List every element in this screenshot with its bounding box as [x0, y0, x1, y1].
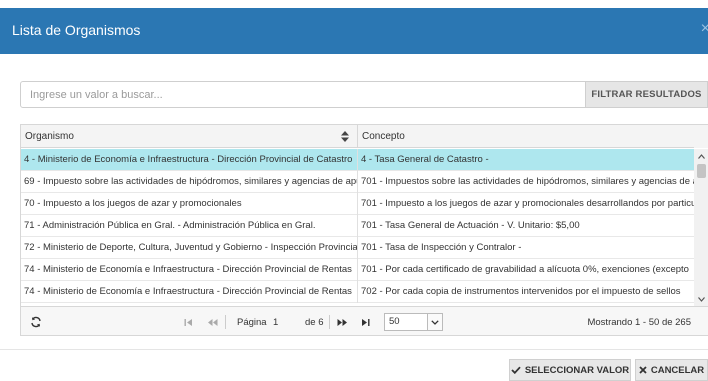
cell-organismo: 72 - Ministerio de Deporte, Cultura, Juv…: [21, 237, 358, 259]
table-row[interactable]: 74 - Ministerio de Economía e Infraestru…: [21, 281, 694, 303]
table-row[interactable]: 4 - Ministerio de Economía e Infraestruc…: [21, 149, 694, 171]
cell-organismo: 70 - Impuesto a los juegos de azar y pro…: [21, 193, 358, 215]
pager-divider: [225, 315, 226, 329]
cell-organismo: 74 - Ministerio de Economía e Infraestru…: [21, 259, 358, 281]
cancel-button[interactable]: CANCELAR: [635, 359, 708, 381]
cell-concepto: 4 - Tasa General de Catastro -: [361, 154, 489, 165]
cell-organismo: 74 - Ministerio de Economía e Infraestru…: [21, 281, 358, 303]
scrollbar-thumb[interactable]: [697, 164, 706, 178]
page-number-input[interactable]: [273, 315, 307, 329]
x-icon: [639, 366, 647, 374]
sort-icon[interactable]: [340, 130, 350, 143]
table-row[interactable]: 74 - Ministerio de Economía e Infraestru…: [21, 259, 694, 281]
pager-divider: [329, 315, 330, 329]
chevron-down-icon[interactable]: [427, 314, 442, 330]
last-page-icon[interactable]: [361, 307, 370, 335]
page-count-label: de 6: [305, 316, 324, 328]
cancel-label: CANCELAR: [650, 364, 705, 376]
cell-concepto: 701 - Impuestos sobre las actividades de…: [361, 176, 694, 187]
cell-concepto: 701 - Tasa General de Actuación - V. Uni…: [361, 220, 580, 231]
refresh-icon[interactable]: [30, 307, 42, 335]
modal-title: Lista de Organismos: [12, 22, 141, 38]
table-row[interactable]: 70 - Impuesto a los juegos de azar y pro…: [21, 193, 694, 215]
column-header-concepto[interactable]: Concepto: [358, 125, 708, 148]
grid-body: 4 - Ministerio de Economía e Infraestruc…: [21, 149, 708, 306]
cell-concepto: 701 - Tasa de Inspección y Contralor -: [361, 242, 522, 253]
cell-concepto: 701 - Por cada certificado de gravabilid…: [361, 264, 689, 275]
page-label: Página: [237, 316, 267, 328]
search-bar: FILTRAR RESULTADOS: [20, 81, 708, 108]
organismos-grid: Organismo Concepto 4 - Ministerio de Eco…: [20, 124, 708, 336]
search-input[interactable]: [20, 81, 586, 108]
table-row[interactable]: 72 - Ministerio de Deporte, Cultura, Juv…: [21, 237, 694, 259]
modal-header: Lista de Organismos ×: [0, 8, 708, 54]
cell-concepto: 702 - Por cada copia de instrumentos int…: [361, 286, 681, 297]
table-row[interactable]: 71 - Administración Pública en Gral. - A…: [21, 215, 694, 237]
column-header-label: Concepto: [362, 131, 405, 142]
cell-concepto: 701 - Impuesto a los juegos de azar y pr…: [361, 198, 694, 209]
prev-page-icon[interactable]: [207, 307, 218, 335]
footer-divider: [0, 349, 708, 350]
scrollbar-header-spacer: [694, 125, 708, 148]
filter-results-button[interactable]: FILTRAR RESULTADOS: [586, 81, 708, 108]
column-header-label: Organismo: [25, 131, 74, 142]
vertical-scrollbar[interactable]: [694, 149, 708, 306]
cell-organismo: 69 - Impuesto sobre las actividades de h…: [21, 171, 358, 193]
close-icon[interactable]: ×: [701, 20, 708, 38]
top-strip: [0, 0, 708, 8]
page-size-value: 50: [389, 316, 400, 327]
scroll-up-icon[interactable]: [694, 149, 708, 163]
cell-organismo: 4 - Ministerio de Economía e Infraestruc…: [21, 149, 358, 171]
records-summary: Mostrando 1 - 50 de 265: [587, 316, 691, 328]
check-icon: [511, 366, 521, 374]
cell-organismo: 71 - Administración Pública en Gral. - A…: [21, 215, 358, 237]
grid-header: Organismo Concepto: [21, 125, 708, 148]
select-value-label: SELECCIONAR VALOR: [524, 364, 630, 376]
scroll-down-icon[interactable]: [694, 292, 708, 306]
page-size-select[interactable]: 50: [384, 313, 443, 331]
table-row[interactable]: 69 - Impuesto sobre las actividades de h…: [21, 171, 694, 193]
grid-pager: Página de 6 50 Mostrando 1 - 50 de 265: [21, 306, 708, 335]
select-value-button[interactable]: SELECCIONAR VALOR: [509, 359, 631, 381]
column-header-organismo[interactable]: Organismo: [21, 125, 358, 148]
first-page-icon[interactable]: [184, 307, 193, 335]
next-page-icon[interactable]: [337, 307, 348, 335]
